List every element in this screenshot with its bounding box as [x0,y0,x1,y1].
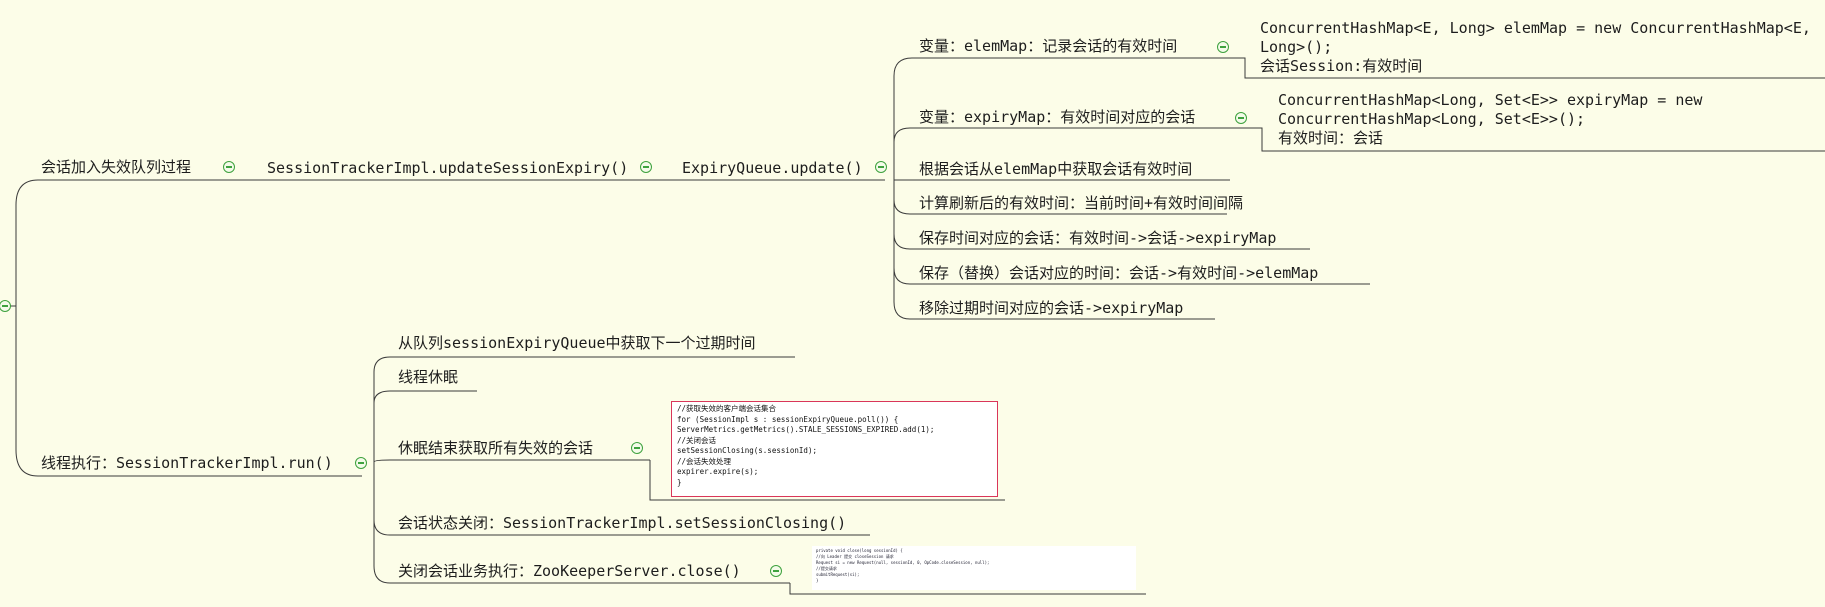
update-expiry-collapse-toggle[interactable] [640,161,652,173]
step-save-expirymap: 保存时间对应的会话：有效时间->会话->expiryMap [919,229,1277,247]
code-snippet-close-session: private void close(long sessionId) { //向… [812,546,1136,590]
expirymap-detail-line: ConcurrentHashMap<Long, Set<E>> expiryMa… [1278,91,1703,109]
branch1-collapse-toggle[interactable] [223,161,235,173]
code-line: //获取失效的客户端会话集合 [677,404,777,413]
update-session-expiry-node: SessionTrackerImpl.updateSessionExpiry() [267,159,629,177]
branch-session-expiry-queue: 会话加入失效队列过程 [41,158,192,176]
step-remove-expirymap: 移除过期时间对应的会话->expiryMap [919,299,1184,317]
expired-sessions-collapse-toggle[interactable] [631,442,643,454]
step-zookeeper-close: 关闭会话业务执行：ZooKeeperServer.close() [398,562,741,580]
expirymap-detail-line: ConcurrentHashMap<Long, Set<E>>(); [1278,110,1586,128]
code-line: //会话失效处理 [677,456,732,466]
var-expirymap-node: 变量：expiryMap：有效时间对应的会话 [919,108,1196,126]
step-replace-elemmap: 保存（替换）会话对应的时间：会话->有效时间->elemMap [919,264,1319,282]
step-set-session-closing: 会话状态关闭：SessionTrackerImpl.setSessionClos… [398,514,847,532]
code-line: ServerMetrics.getMetrics().STALE_SESSION… [677,425,935,434]
close-collapse-toggle[interactable] [770,565,782,577]
expirymap-collapse-toggle[interactable] [1235,112,1247,124]
code-line: expirer.expire(s); [677,467,759,476]
var-elemmap-node: 变量：elemMap：记录会话的有效时间 [919,37,1178,55]
code-line: //关闭会话 [677,435,717,445]
step-get-expiry-time: 根据会话从elemMap中获取会话有效时间 [919,160,1193,178]
code-line: for (SessionImpl s : sessionExpiryQueue.… [677,414,899,424]
mind-map: 会话加入失效队列过程 SessionTrackerImpl.updateSess… [0,0,1825,607]
expirymap-detail-line: 有效时间：会话 [1278,129,1384,147]
code-snippet-expire-loop: //获取失效的客户端会话集合 for (SessionImpl s : sess… [671,401,998,497]
elemmap-collapse-toggle[interactable] [1217,41,1229,53]
step-get-expired-sessions: 休眠结束获取所有失效的会话 [398,439,594,457]
code-line: } [816,578,819,583]
elemmap-detail: ConcurrentHashMap<E, Long> elemMap = new… [1260,19,1811,76]
code-line: setSessionClosing(s.sessionId); [677,446,817,455]
branch-thread-run: 线程执行：SessionTrackerImpl.run() [41,454,333,472]
code-line: } [677,477,682,487]
elemmap-detail-line: 会话Session:有效时间 [1260,57,1423,75]
expiry-queue-update-node: ExpiryQueue.update() [682,159,863,177]
elemmap-detail-line: Long>(); [1260,38,1333,56]
step-compute-new-expiry: 计算刷新后的有效时间：当前时间+有效时间间隔 [919,194,1244,212]
elemmap-detail-line: ConcurrentHashMap<E, Long> elemMap = new… [1260,19,1811,37]
step-thread-sleep: 线程休眠 [398,368,459,386]
branch2-collapse-toggle[interactable] [355,457,367,469]
step-get-next-expiry: 从队列sessionExpiryQueue中获取下一个过期时间 [398,334,756,352]
expirymap-detail: ConcurrentHashMap<Long, Set<E>> expiryMa… [1278,91,1702,148]
expiry-queue-collapse-toggle[interactable] [875,161,887,173]
